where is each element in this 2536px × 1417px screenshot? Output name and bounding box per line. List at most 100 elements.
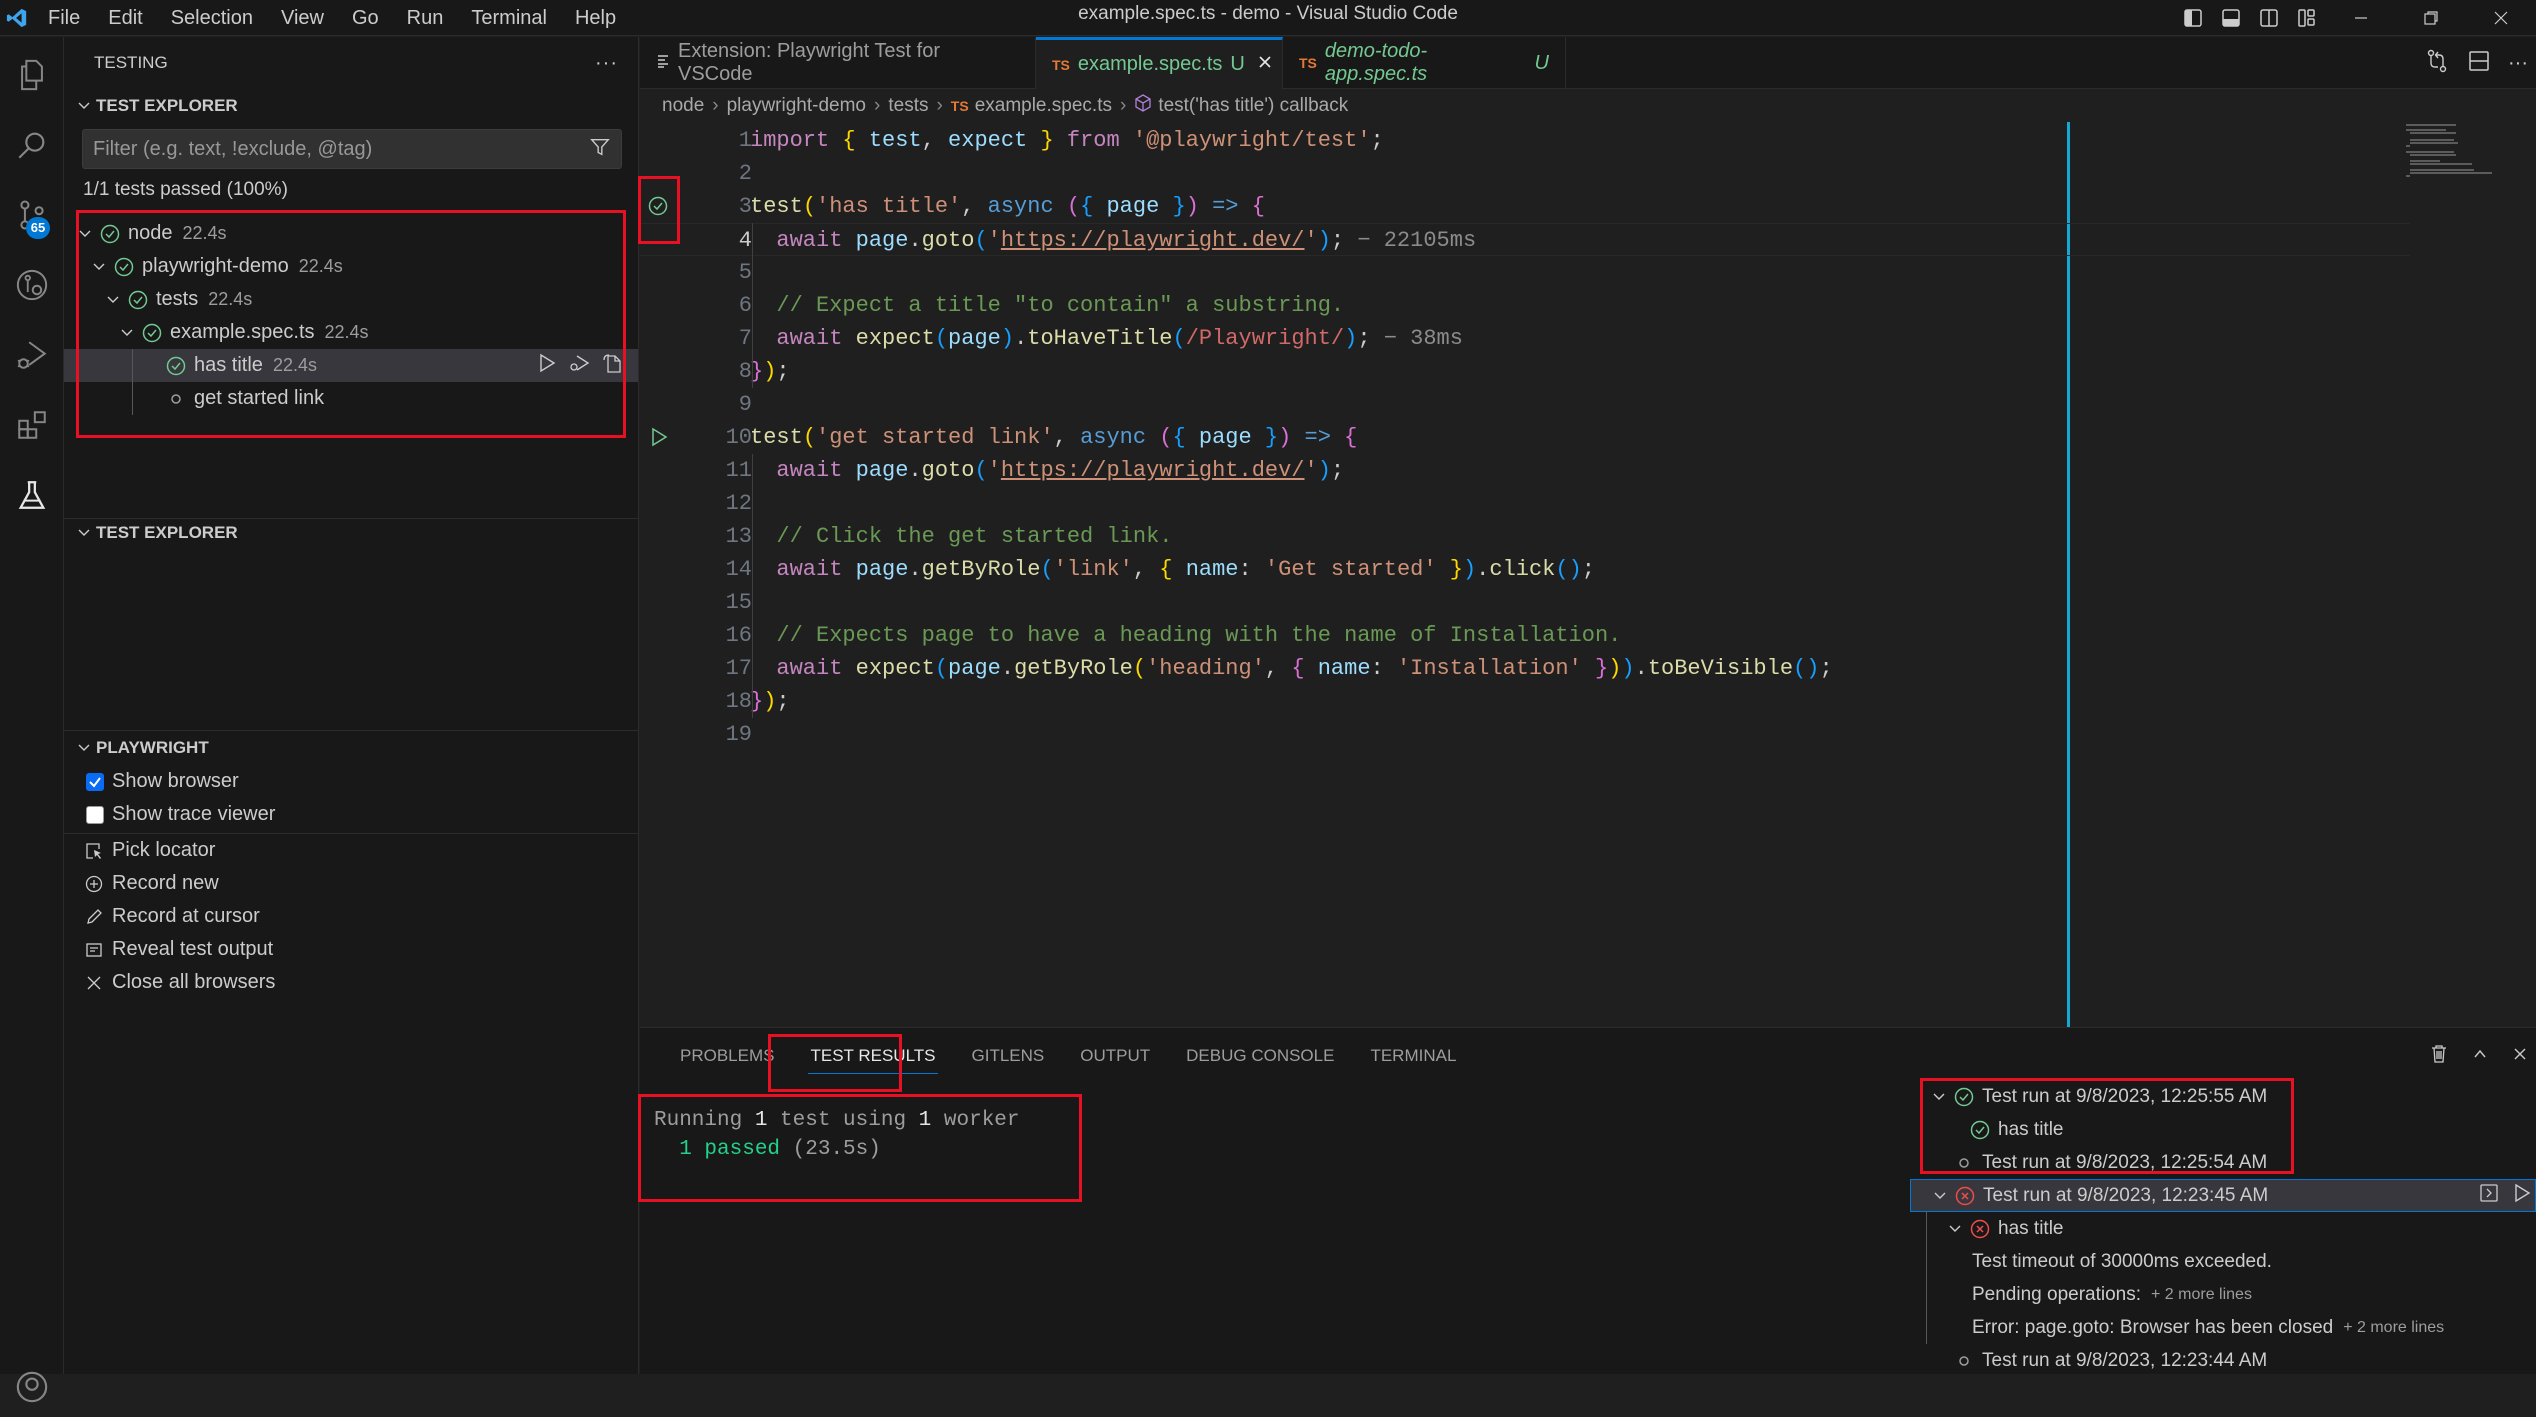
minimap[interactable]: [2406, 122, 2516, 182]
rerun-icon[interactable]: [2513, 1183, 2531, 1209]
chevron-down-icon[interactable]: [1944, 1222, 1966, 1236]
code-line[interactable]: 18});: [640, 685, 2410, 718]
close-all-browsers-action[interactable]: Close all browsers: [64, 966, 638, 999]
restore-button[interactable]: [2396, 3, 2466, 33]
test-result-item[interactable]: has title: [1910, 1212, 2536, 1245]
code-line[interactable]: 2: [640, 157, 2410, 190]
debug-test-icon[interactable]: [568, 353, 590, 379]
code-line[interactable]: 17 await expect(page.getByRole('heading'…: [640, 652, 2410, 685]
toggle-secondary-sidebar-icon[interactable]: [2250, 3, 2288, 33]
tab-demo-todo-app-spec[interactable]: TS demo-todo-app.spec.ts U: [1283, 37, 1566, 89]
more-actions-icon[interactable]: ···: [2508, 52, 2528, 75]
code-line[interactable]: 6 // Expect a title "to contain" a subst…: [640, 289, 2410, 322]
show-browser-checkbox[interactable]: [86, 772, 104, 791]
code-line[interactable]: 15: [640, 586, 2410, 619]
breadcrumb-item[interactable]: tests: [888, 95, 928, 117]
test-tree-item[interactable]: node 22.4s: [64, 217, 638, 250]
tab-test-results[interactable]: TEST RESULTS: [798, 1028, 947, 1084]
code-line[interactable]: 1 import { test, expect } from '@playwrig…: [640, 124, 2410, 157]
menu-selection[interactable]: Selection: [157, 0, 267, 36]
test-tree-item[interactable]: playwright-demo 22.4s: [64, 250, 638, 283]
tab-extension-playwright[interactable]: Extension: Playwright Test for VSCode: [640, 37, 1036, 89]
tab-gitlens[interactable]: GITLENS: [960, 1028, 1057, 1084]
test-result-item[interactable]: Error: page.goto: Browser has been close…: [1910, 1311, 2536, 1344]
search-icon[interactable]: [0, 115, 64, 175]
accounts-icon[interactable]: [0, 1357, 64, 1417]
test-tree-item[interactable]: example.spec.ts 22.4s: [64, 316, 638, 349]
chevron-down-icon[interactable]: [1929, 1189, 1951, 1203]
menu-view[interactable]: View: [267, 0, 338, 36]
code-line[interactable]: 4 await page.goto('https://playwright.de…: [640, 223, 2410, 256]
explorer-icon[interactable]: [0, 45, 64, 105]
gutter-test-passed-icon[interactable]: [648, 196, 668, 221]
test-explorer-2-section-header[interactable]: TEST EXPLORER: [64, 516, 638, 550]
chevron-down-icon[interactable]: [88, 260, 110, 274]
open-terminal-output-icon[interactable]: [2479, 1183, 2499, 1209]
test-tree-item[interactable]: get started link: [64, 382, 638, 415]
gutter-run-test-icon[interactable]: [650, 427, 668, 452]
code-line[interactable]: 5: [640, 256, 2410, 289]
reveal-test-output-action[interactable]: Reveal test output: [64, 933, 638, 966]
test-tree-item[interactable]: has title 22.4s: [64, 349, 638, 382]
chevron-down-icon[interactable]: [1928, 1090, 1950, 1104]
tab-terminal[interactable]: TERMINAL: [1358, 1028, 1468, 1084]
tab-example-spec[interactable]: TS example.spec.ts U: [1036, 37, 1283, 89]
test-result-item[interactable]: Test run at 9/8/2023, 12:25:55 AM: [1910, 1080, 2536, 1113]
test-filter-input[interactable]: [93, 137, 573, 161]
toggle-primary-sidebar-icon[interactable]: [2174, 3, 2212, 33]
test-result-item[interactable]: Test timeout of 30000ms exceeded.: [1910, 1245, 2536, 1278]
tab-debug-console[interactable]: DEBUG CONSOLE: [1174, 1028, 1346, 1084]
test-tree-item[interactable]: tests 22.4s: [64, 283, 638, 316]
code-line[interactable]: 14 await page.getByRole('link', { name: …: [640, 553, 2410, 586]
filter-icon[interactable]: [589, 136, 611, 163]
code-editor[interactable]: 1 import { test, expect } from '@playwrig…: [640, 122, 2536, 1027]
run-and-debug-icon[interactable]: [0, 325, 64, 385]
breadcrumb-item[interactable]: node: [662, 95, 704, 117]
close-panel-icon[interactable]: [2512, 1046, 2528, 1067]
code-line[interactable]: 7 await expect(page).toHaveTitle(/Playwr…: [640, 322, 2410, 355]
test-result-item[interactable]: Test run at 9/8/2023, 12:23:45 AM: [1910, 1179, 2536, 1212]
more-actions-icon[interactable]: ···: [595, 52, 618, 75]
gitlens-icon[interactable]: [0, 255, 64, 315]
code-line[interactable]: 9: [640, 388, 2410, 421]
code-line[interactable]: 19: [640, 718, 2410, 751]
code-line[interactable]: 13 // Click the get started link.: [640, 520, 2410, 553]
run-test-icon[interactable]: [538, 353, 556, 379]
show-trace-viewer-setting[interactable]: Show trace viewer: [64, 798, 638, 831]
maximize-panel-icon[interactable]: [2472, 1046, 2488, 1067]
testing-icon[interactable]: [0, 465, 64, 525]
code-line[interactable]: 16 // Expects page to have a heading wit…: [640, 619, 2410, 652]
test-result-item[interactable]: Test run at 9/8/2023, 12:23:44 AM: [1910, 1344, 2536, 1377]
source-control-icon[interactable]: 65: [0, 185, 64, 245]
test-explorer-section-header[interactable]: TEST EXPLORER: [64, 89, 638, 123]
more-lines[interactable]: + 2 more lines: [2343, 1319, 2444, 1337]
go-to-test-icon[interactable]: [602, 352, 622, 380]
chevron-down-icon[interactable]: [74, 227, 96, 241]
chevron-down-icon[interactable]: [116, 326, 138, 340]
record-at-cursor-action[interactable]: Record at cursor: [64, 900, 638, 933]
open-changes-icon[interactable]: [2426, 49, 2450, 78]
menu-terminal[interactable]: Terminal: [457, 0, 561, 36]
breadcrumb-item[interactable]: test('has title') callback: [1158, 95, 1348, 117]
more-lines[interactable]: + 2 more lines: [2151, 1286, 2252, 1304]
code-line[interactable]: 12: [640, 487, 2410, 520]
menu-edit[interactable]: Edit: [94, 0, 156, 36]
code-line[interactable]: 10 test('get started link', async ({ page…: [640, 421, 2410, 454]
pick-locator-action[interactable]: Pick locator: [64, 834, 638, 867]
test-output-terminal[interactable]: Running 1 test using 1 worker 1 passed (…: [654, 1106, 1020, 1164]
playwright-section-header[interactable]: PLAYWRIGHT: [64, 731, 638, 765]
clear-results-icon[interactable]: [2430, 1044, 2448, 1069]
extensions-icon[interactable]: [0, 395, 64, 455]
code-line[interactable]: 11 await page.goto('https://playwright.d…: [640, 454, 2410, 487]
test-result-item[interactable]: has title: [1910, 1113, 2536, 1146]
minimize-button[interactable]: [2326, 3, 2396, 33]
split-editor-icon[interactable]: [2468, 50, 2490, 77]
close-tab-icon[interactable]: [1257, 53, 1273, 76]
test-result-item[interactable]: Test run at 9/8/2023, 12:25:54 AM: [1910, 1146, 2536, 1179]
show-browser-setting[interactable]: Show browser: [64, 765, 638, 798]
code-line[interactable]: 3 test('has title', async ({ page }) => {: [640, 190, 2410, 223]
code-line[interactable]: 8});: [640, 355, 2410, 388]
menu-go[interactable]: Go: [338, 0, 393, 36]
tab-problems[interactable]: PROBLEMS: [668, 1028, 786, 1084]
customize-layout-icon[interactable]: [2288, 3, 2326, 33]
